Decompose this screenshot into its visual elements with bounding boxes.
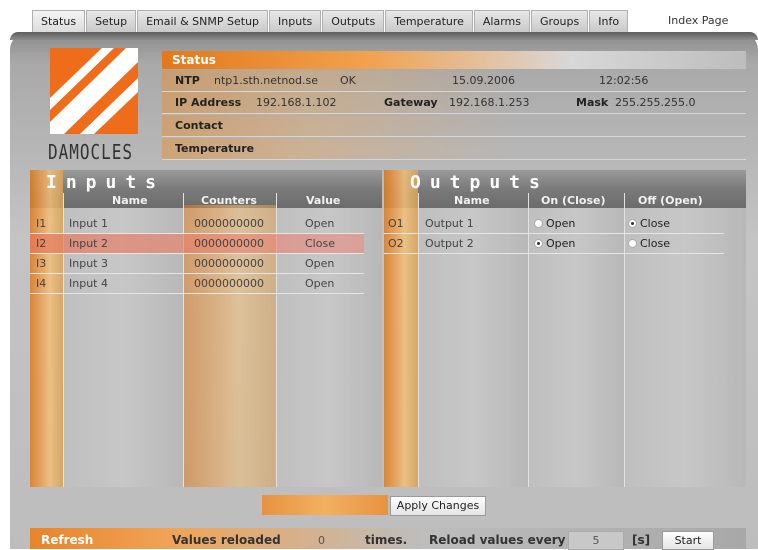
status-time: 12:02:56 bbox=[599, 74, 649, 87]
inputs-col-value: Value bbox=[306, 194, 341, 207]
contact-label: Contact bbox=[175, 119, 223, 132]
input-name: Input 4 bbox=[69, 277, 108, 290]
outputs-title: Outputs bbox=[410, 172, 549, 193]
output-on-label: Open bbox=[546, 237, 576, 250]
outputs-col-off: Off (Open) bbox=[638, 194, 703, 207]
panel-top-edge bbox=[10, 32, 758, 40]
status-date: 15.09.2006 bbox=[452, 74, 515, 87]
tab-temperature[interactable]: Temperature bbox=[385, 10, 473, 32]
status-header: Status bbox=[162, 51, 746, 69]
tab-groups[interactable]: Groups bbox=[531, 10, 589, 32]
input-counter: 0000000000 bbox=[194, 277, 264, 290]
status-row-ntp: NTP ntp1.sth.netnod.se OK 15.09.2006 12:… bbox=[162, 70, 746, 92]
ntp-label: NTP bbox=[175, 74, 200, 87]
ntp-server: ntp1.sth.netnod.se bbox=[214, 74, 319, 87]
input-id: I1 bbox=[36, 217, 47, 230]
radio-selected-icon bbox=[628, 218, 637, 228]
row-divider bbox=[30, 233, 364, 234]
status-row-contact: Contact bbox=[162, 115, 746, 137]
output-name: Output 1 bbox=[425, 217, 474, 230]
start-button[interactable]: Start bbox=[662, 531, 714, 550]
index-page-link[interactable]: Index Page bbox=[668, 14, 728, 27]
input-value: Open bbox=[305, 257, 335, 270]
outputs-col-on: On (Close) bbox=[541, 194, 606, 207]
row-divider bbox=[30, 293, 364, 294]
input-name: Input 3 bbox=[69, 257, 108, 270]
radio-icon bbox=[628, 238, 637, 248]
status-title: Status bbox=[172, 53, 216, 67]
outputs-table: O1 Output 1 Open Close O2 Output 2 Open … bbox=[384, 214, 724, 254]
reload-every-label: Reload values every bbox=[429, 533, 566, 547]
output-off-label: Close bbox=[640, 237, 670, 250]
output-name: Output 2 bbox=[425, 237, 474, 250]
inputs-table: I1 Input 1 0000000000 Open I2 Input 2 00… bbox=[30, 214, 364, 294]
input-id: I2 bbox=[36, 237, 47, 250]
input-counter: 0000000000 bbox=[194, 217, 264, 230]
reload-interval-input[interactable]: 5 bbox=[568, 531, 624, 550]
apply-changes-button[interactable]: Apply Changes bbox=[390, 496, 486, 516]
output-off-radio[interactable]: Close bbox=[628, 237, 670, 250]
output-on-label: Open bbox=[546, 217, 576, 230]
damocles-logo-icon bbox=[50, 48, 138, 134]
input-counter: 0000000000 bbox=[194, 257, 264, 270]
row-divider bbox=[30, 273, 364, 274]
main-tabs: Status Setup Email & SNMP Setup Inputs O… bbox=[32, 10, 629, 32]
times-label: times. bbox=[365, 533, 408, 547]
radio-selected-icon bbox=[534, 238, 543, 248]
refresh-label: Refresh bbox=[41, 533, 94, 547]
radio-icon bbox=[534, 218, 543, 228]
output-id: O2 bbox=[388, 237, 404, 250]
output-on-radio[interactable]: Open bbox=[534, 217, 575, 230]
input-name: Input 2 bbox=[69, 237, 108, 250]
input-value: Open bbox=[305, 217, 335, 230]
apply-progress-strip bbox=[262, 495, 388, 515]
tab-status[interactable]: Status bbox=[32, 10, 86, 32]
ntp-state: OK bbox=[340, 74, 356, 87]
output-off-label: Close bbox=[640, 217, 670, 230]
inputs-col-name: Name bbox=[112, 194, 148, 207]
input-value: Close bbox=[305, 237, 335, 250]
gateway-label: Gateway bbox=[384, 96, 438, 109]
inputs-title: Inputs bbox=[46, 172, 166, 193]
status-row-network: IP Address 192.168.1.102 Gateway 192.168… bbox=[162, 92, 746, 114]
outputs-col-name: Name bbox=[454, 194, 490, 207]
input-value: Open bbox=[305, 277, 335, 290]
tab-outputs[interactable]: Outputs bbox=[322, 10, 385, 32]
input-name: Input 1 bbox=[69, 217, 108, 230]
tab-info[interactable]: Info bbox=[589, 10, 629, 32]
tab-alarms[interactable]: Alarms bbox=[473, 10, 531, 32]
temperature-label: Temperature bbox=[175, 142, 255, 155]
mask-value: 255.255.255.0 bbox=[615, 96, 696, 109]
input-id: I4 bbox=[36, 277, 47, 290]
inputs-col-counters: Counters bbox=[201, 194, 257, 207]
gateway-value: 192.168.1.253 bbox=[449, 96, 530, 109]
logo-wordmark: DAMOCLES bbox=[48, 140, 134, 164]
ip-value: 192.168.1.102 bbox=[256, 96, 337, 109]
input-id: I3 bbox=[36, 257, 47, 270]
tab-inputs[interactable]: Inputs bbox=[269, 10, 322, 32]
output-id: O1 bbox=[388, 217, 404, 230]
ip-label: IP Address bbox=[175, 96, 242, 109]
input-counter: 0000000000 bbox=[194, 237, 264, 250]
output-off-radio[interactable]: Close bbox=[628, 217, 670, 230]
values-reloaded-label: Values reloaded bbox=[172, 533, 281, 547]
tab-setup[interactable]: Setup bbox=[86, 10, 137, 32]
row-divider bbox=[30, 253, 364, 254]
interval-unit-label: [s] bbox=[632, 533, 651, 547]
mask-label: Mask bbox=[576, 96, 609, 109]
row-divider bbox=[384, 233, 724, 234]
tab-email-snmp-setup[interactable]: Email & SNMP Setup bbox=[137, 10, 269, 32]
row-divider bbox=[384, 253, 724, 254]
status-row-temperature: Temperature bbox=[162, 138, 746, 160]
output-on-radio[interactable]: Open bbox=[534, 237, 575, 250]
reloaded-count: 0 bbox=[318, 534, 325, 547]
